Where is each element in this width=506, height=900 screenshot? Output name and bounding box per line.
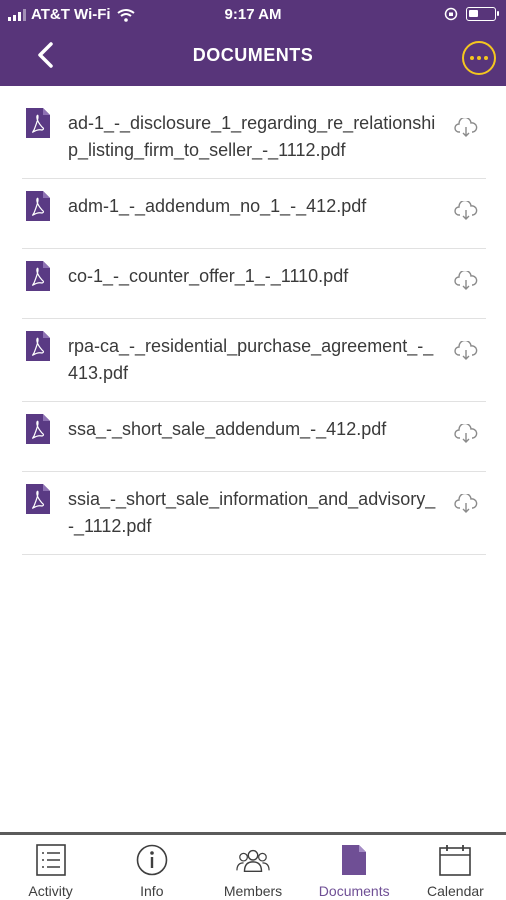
list-icon bbox=[34, 843, 68, 877]
tab-label: Info bbox=[140, 883, 164, 899]
more-dot bbox=[484, 56, 488, 60]
document-row[interactable]: rpa-ca_-_residential_purchase_agreement_… bbox=[22, 319, 486, 402]
tab-label: Members bbox=[223, 883, 283, 899]
more-dot bbox=[477, 56, 481, 60]
document-list: ad-1_-_disclosure_1_regarding_re_relatio… bbox=[22, 96, 486, 555]
pdf-file-icon bbox=[26, 414, 50, 444]
cloud-download-icon[interactable] bbox=[454, 271, 478, 291]
status-bar: AT&T Wi-Fi 9:17 AM bbox=[0, 0, 506, 30]
pdf-file-icon bbox=[26, 191, 50, 221]
status-right bbox=[444, 7, 499, 21]
document-row[interactable]: ssia_-_short_sale_information_and_adviso… bbox=[22, 472, 486, 555]
calendar-icon bbox=[438, 843, 472, 877]
document-icon bbox=[337, 843, 371, 877]
document-row[interactable]: ad-1_-_disclosure_1_regarding_re_relatio… bbox=[22, 96, 486, 179]
document-name: rpa-ca_-_residential_purchase_agreement_… bbox=[68, 336, 434, 383]
tab-info[interactable]: Info bbox=[101, 835, 202, 900]
cloud-download-icon[interactable] bbox=[454, 201, 478, 221]
tab-calendar[interactable]: Calendar bbox=[405, 835, 506, 900]
members-icon bbox=[236, 843, 270, 877]
tab-bar: Activity Info Members Documents Calendar bbox=[0, 832, 506, 900]
document-row[interactable]: ssa_-_short_sale_addendum_-_412.pdf bbox=[22, 402, 486, 472]
battery-icon bbox=[466, 7, 499, 21]
document-name: adm-1_-_addendum_no_1_-_412.pdf bbox=[68, 196, 367, 216]
status-time: 9:17 AM bbox=[224, 6, 282, 23]
document-name: co-1_-_counter_offer_1_-_1110.pdf bbox=[68, 266, 349, 286]
cloud-download-icon[interactable] bbox=[454, 494, 478, 514]
tab-label: Calendar bbox=[427, 883, 484, 899]
more-options-button[interactable] bbox=[462, 41, 496, 75]
pdf-file-icon bbox=[26, 484, 50, 514]
document-name: ssia_-_short_sale_information_and_adviso… bbox=[68, 489, 436, 536]
tab-activity[interactable]: Activity bbox=[0, 835, 101, 900]
pdf-file-icon bbox=[26, 108, 50, 138]
document-row[interactable]: adm-1_-_addendum_no_1_-_412.pdf bbox=[22, 179, 486, 249]
cloud-download-icon[interactable] bbox=[454, 341, 478, 361]
document-row[interactable]: co-1_-_counter_offer_1_-_1110.pdf bbox=[22, 249, 486, 319]
tab-label: Activity bbox=[28, 883, 73, 899]
more-dot bbox=[470, 56, 474, 60]
page-title: DOCUMENTS bbox=[192, 45, 314, 65]
document-name: ad-1_-_disclosure_1_regarding_re_relatio… bbox=[68, 113, 436, 160]
cloud-download-icon[interactable] bbox=[454, 118, 478, 138]
document-name: ssa_-_short_sale_addendum_-_412.pdf bbox=[68, 419, 387, 439]
info-icon bbox=[135, 843, 169, 877]
app-header: AT&T Wi-Fi 9:17 AM DOCUMENTS bbox=[0, 0, 506, 86]
tab-members[interactable]: Members bbox=[202, 835, 303, 900]
orientation-lock-icon bbox=[444, 7, 458, 21]
pdf-file-icon bbox=[26, 261, 50, 291]
cloud-download-icon[interactable] bbox=[454, 424, 478, 444]
tab-label: Documents bbox=[318, 883, 390, 899]
pdf-file-icon bbox=[26, 331, 50, 361]
tab-documents[interactable]: Documents bbox=[304, 835, 405, 900]
